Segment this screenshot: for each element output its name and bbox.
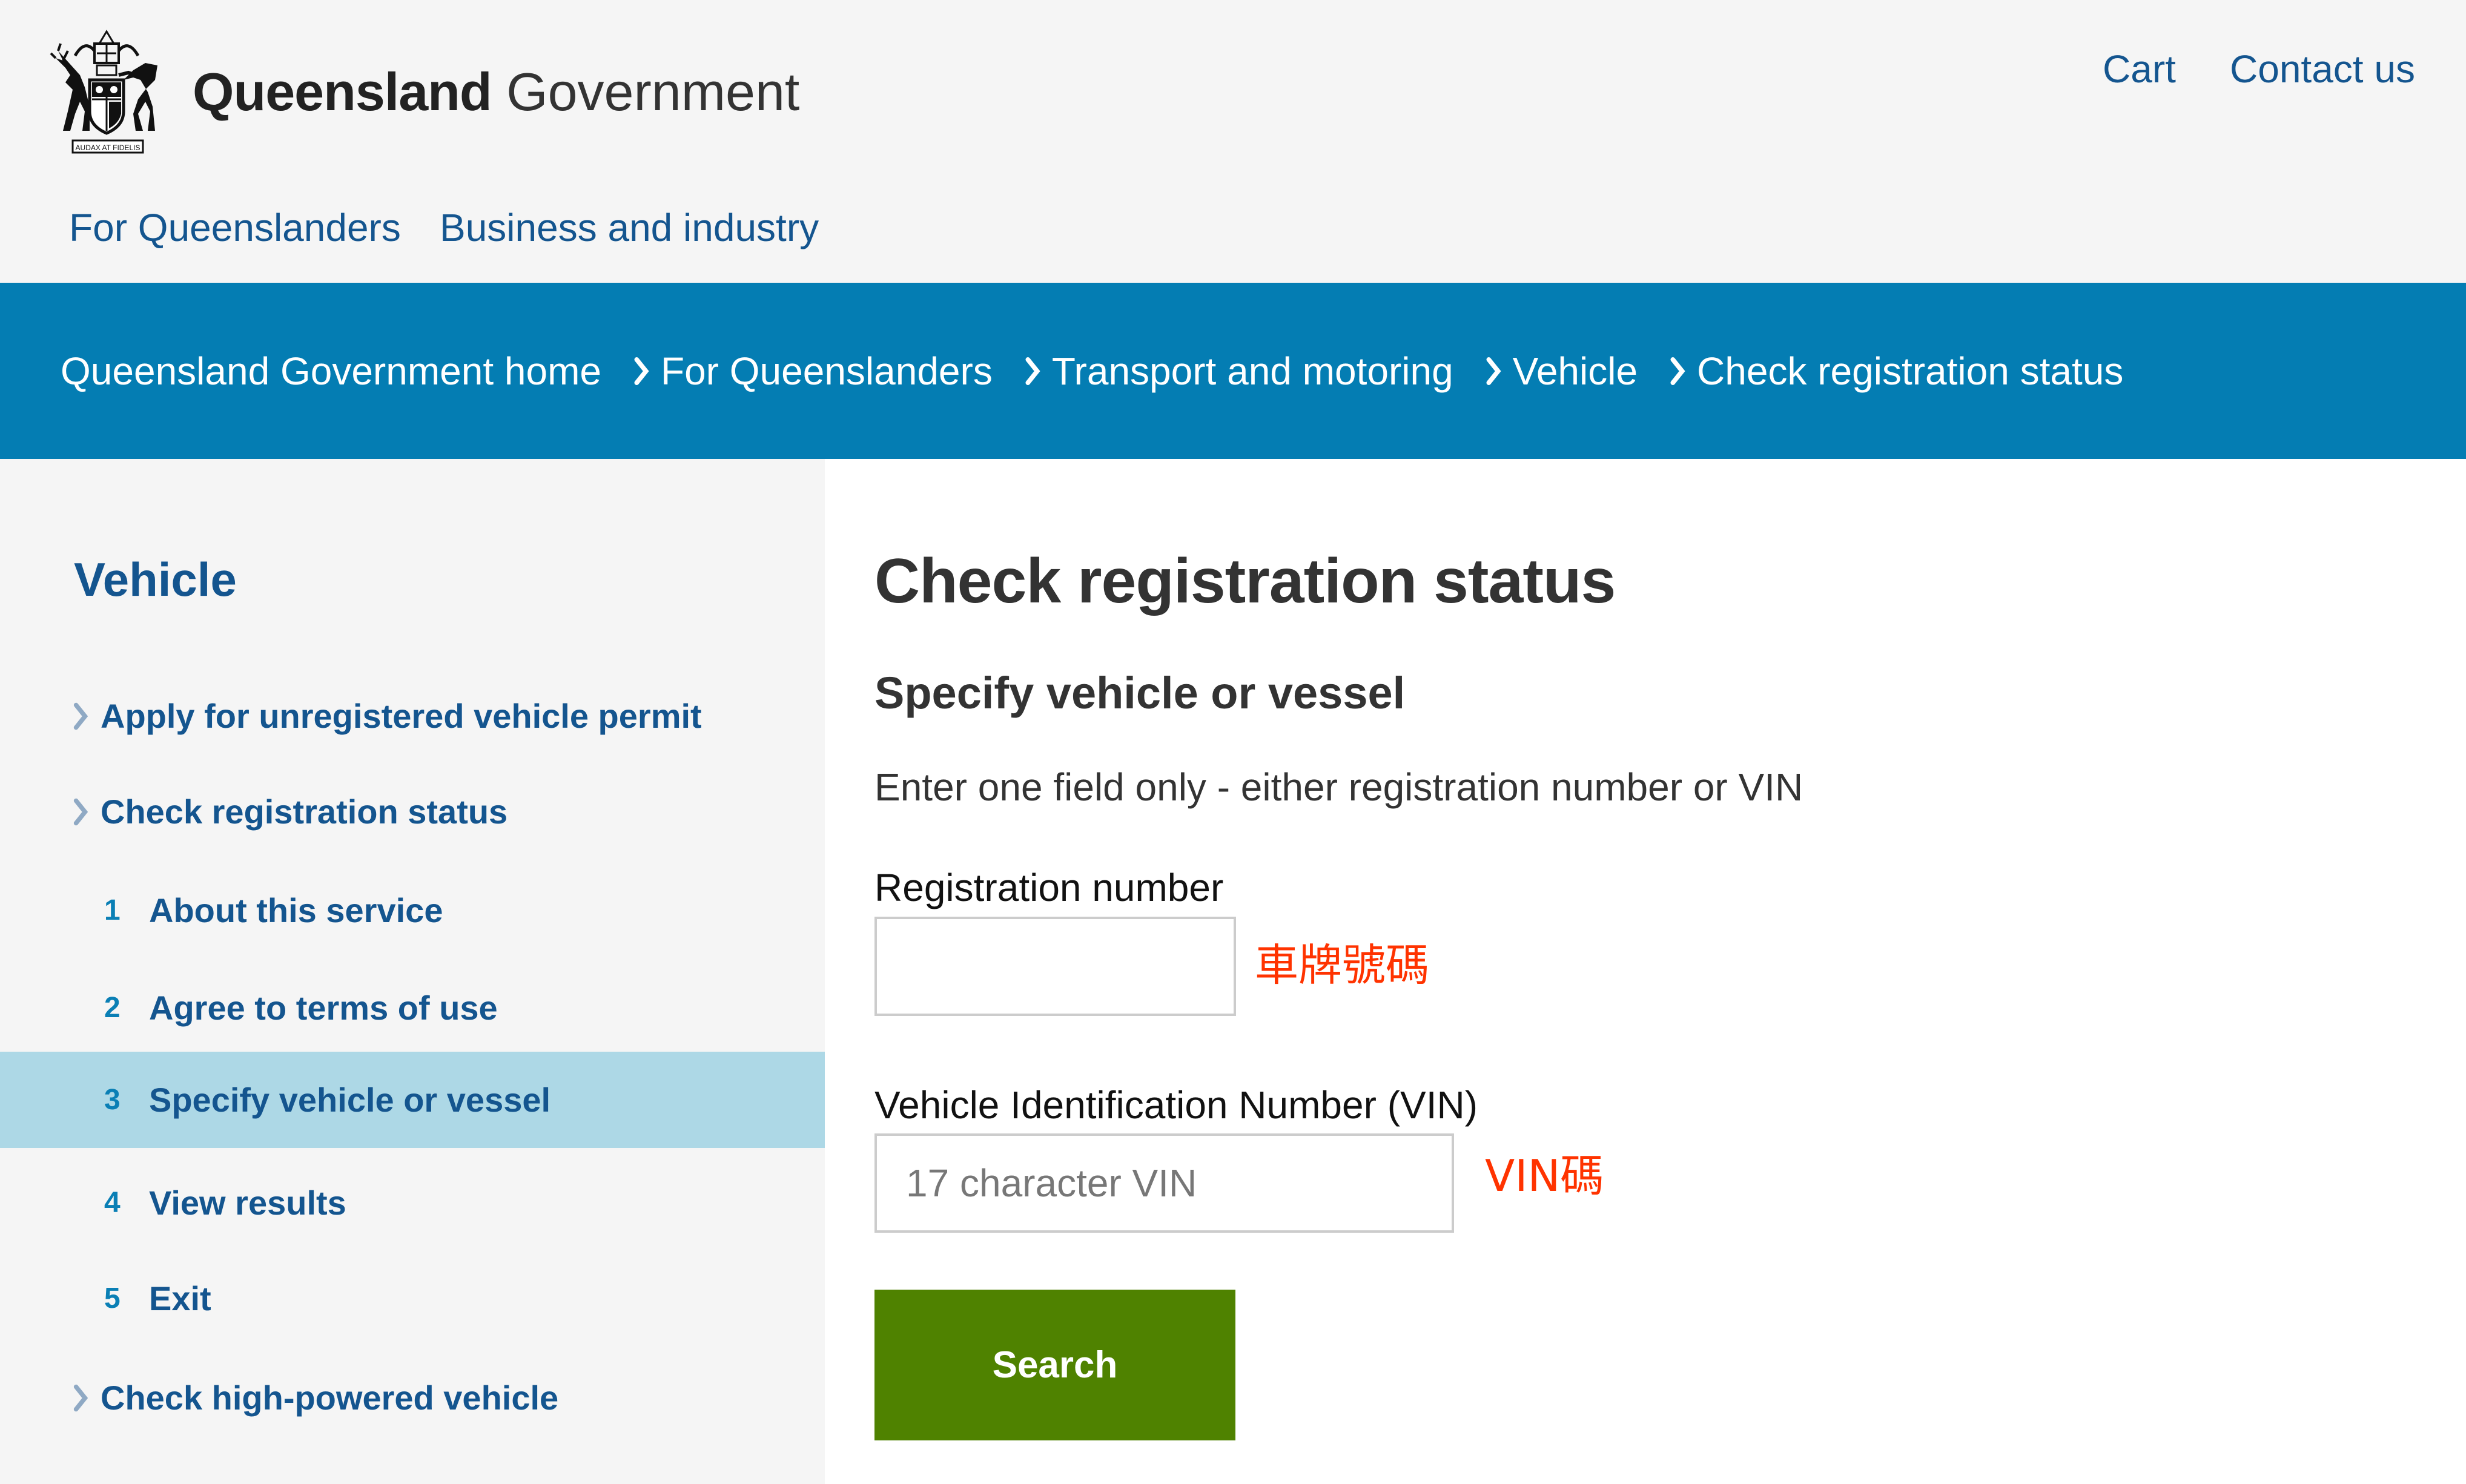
svg-text:AUDAX AT FIDELIS: AUDAX AT FIDELIS bbox=[76, 143, 140, 152]
vin-label: Vehicle Identification Number (VIN) bbox=[874, 1083, 1478, 1127]
breadcrumb-item-home[interactable]: Queensland Government home bbox=[61, 349, 601, 394]
section-heading: Specify vehicle or vessel bbox=[874, 668, 1406, 718]
contact-us-link[interactable]: Contact us bbox=[2230, 50, 2415, 88]
sidebar-item-label: View results bbox=[149, 1184, 346, 1222]
chevron-right-icon bbox=[73, 798, 88, 825]
sidebar-item-label: Specify vehicle or vessel bbox=[149, 1081, 551, 1119]
breadcrumb-item-current[interactable]: Check registration status bbox=[1697, 349, 2123, 394]
sidebar-step-3-active[interactable]: 3 Specify vehicle or vessel bbox=[0, 1052, 825, 1148]
breadcrumb-label: Transport and motoring bbox=[1051, 349, 1453, 393]
instruction-text: Enter one field only - either registrati… bbox=[874, 765, 1803, 809]
sidebar-step-2[interactable]: 2 Agree to terms of use bbox=[0, 960, 825, 1056]
cart-link[interactable]: Cart bbox=[2103, 50, 2176, 88]
breadcrumb-label: Vehicle bbox=[1512, 349, 1638, 393]
vin-input[interactable] bbox=[874, 1133, 1454, 1233]
sidebar-item-high-powered[interactable]: Check high-powered vehicle bbox=[0, 1350, 825, 1446]
sidebar-item-label: Agree to terms of use bbox=[149, 989, 498, 1027]
chevron-right-icon bbox=[73, 702, 88, 730]
sidebar-item-label: Exit bbox=[149, 1279, 211, 1317]
breadcrumb: Queensland Government home For Queenslan… bbox=[61, 283, 2123, 459]
breadcrumb-label: Queensland Government home bbox=[61, 349, 601, 393]
step-number: 3 bbox=[104, 1084, 121, 1116]
brand-light: Government bbox=[506, 62, 800, 122]
site-brand: Queensland Government bbox=[193, 65, 799, 119]
breadcrumb-label: For Queenslanders bbox=[660, 349, 993, 393]
sidebar: Vehicle Apply for unregistered vehicle p… bbox=[0, 459, 825, 1484]
sidebar-item-label: Check high-powered vehicle bbox=[101, 1379, 559, 1417]
vin-annotation: VIN碼 bbox=[1485, 1150, 1604, 1201]
step-number: 1 bbox=[104, 894, 121, 926]
sidebar-step-1[interactable]: 1 About this service bbox=[0, 862, 825, 958]
chevron-right-icon bbox=[1670, 357, 1685, 385]
step-number: 4 bbox=[104, 1187, 121, 1219]
sidebar-title: Vehicle bbox=[74, 553, 237, 606]
chevron-right-icon bbox=[1486, 357, 1501, 385]
step-number: 2 bbox=[104, 992, 121, 1024]
nav-business-and-industry[interactable]: Business and industry bbox=[440, 208, 819, 247]
breadcrumb-bar: Queensland Government home For Queenslan… bbox=[0, 283, 2466, 459]
chevron-right-icon bbox=[1025, 357, 1040, 385]
sidebar-item-label: Check registration status bbox=[101, 793, 508, 831]
sidebar-step-5[interactable]: 5 Exit bbox=[0, 1250, 825, 1347]
chevron-right-icon bbox=[73, 1384, 88, 1411]
breadcrumb-label: Check registration status bbox=[1697, 349, 2124, 393]
step-number: 5 bbox=[104, 1282, 121, 1314]
sidebar-item-check-registration[interactable]: Check registration status bbox=[0, 763, 825, 860]
search-button[interactable]: Search bbox=[874, 1290, 1235, 1440]
breadcrumb-item-for-queenslanders[interactable]: For Queenslanders bbox=[661, 349, 993, 394]
main-content: Check registration status Specify vehicl… bbox=[825, 459, 2466, 1484]
coat-of-arms-icon: AUDAX AT FIDELIS bbox=[50, 30, 157, 154]
brand-bold: Queensland bbox=[193, 62, 492, 122]
nav-for-queenslanders[interactable]: For Queenslanders bbox=[69, 208, 401, 247]
sidebar-step-4[interactable]: 4 View results bbox=[0, 1155, 825, 1251]
site-header: AUDAX AT FIDELIS Queensland Government C… bbox=[0, 0, 2466, 283]
registration-number-input[interactable] bbox=[874, 917, 1236, 1016]
registration-label: Registration number bbox=[874, 866, 1224, 909]
breadcrumb-item-transport[interactable]: Transport and motoring bbox=[1052, 349, 1453, 394]
chevron-right-icon bbox=[634, 357, 649, 385]
sidebar-item-label: About this service bbox=[149, 891, 443, 929]
sidebar-item-label: Apply for unregistered vehicle permit bbox=[101, 697, 702, 735]
page-title: Check registration status bbox=[874, 546, 1616, 616]
registration-annotation: 車牌號碼 bbox=[1255, 940, 1430, 991]
breadcrumb-item-vehicle[interactable]: Vehicle bbox=[1513, 349, 1638, 394]
sidebar-item-apply-permit[interactable]: Apply for unregistered vehicle permit bbox=[0, 668, 825, 764]
